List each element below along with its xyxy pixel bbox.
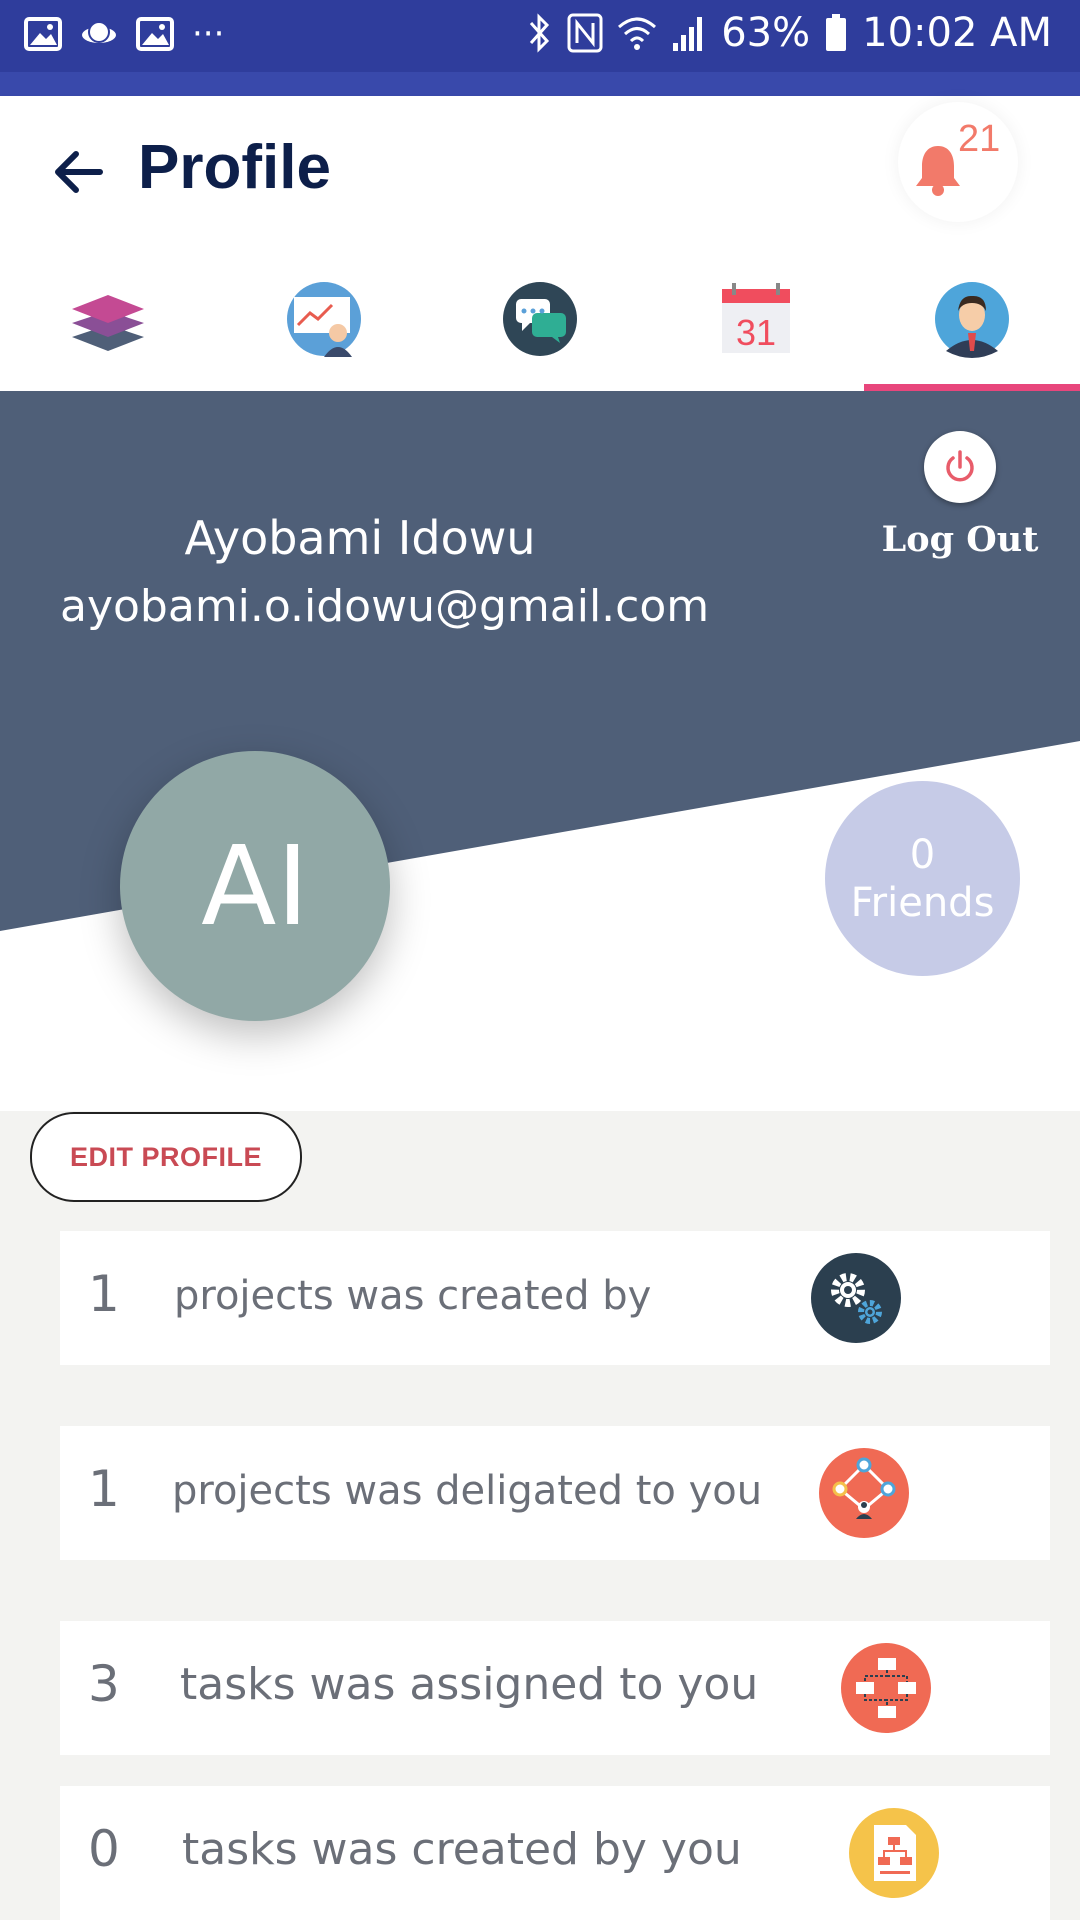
hero-background — [0, 391, 1080, 931]
tab-reports[interactable] — [216, 246, 432, 391]
image-icon — [24, 17, 62, 51]
stat-label: tasks was assigned to you — [180, 1659, 759, 1710]
gears-icon — [811, 1253, 901, 1343]
friends-count: 0 — [909, 831, 936, 878]
document-icon — [849, 1808, 939, 1898]
notification-count: 21 — [958, 118, 1001, 160]
page-title: Profile — [138, 133, 331, 202]
more-notifications: ··· — [192, 14, 225, 54]
logout-button[interactable] — [924, 431, 996, 503]
power-icon — [946, 450, 974, 482]
chat-icon — [503, 281, 577, 356]
tab-calendar[interactable]: 31 — [648, 246, 864, 391]
edit-profile-button[interactable]: EDIT PROFILE — [30, 1112, 302, 1202]
battery-icon — [826, 14, 847, 51]
stat-label: projects was created by — [174, 1273, 652, 1319]
bell-icon — [916, 146, 960, 196]
stat-count: 1 — [88, 1460, 120, 1518]
stat-card-tasks-created[interactable]: 0 tasks was created by you — [60, 1786, 1050, 1920]
stat-count: 1 — [88, 1265, 120, 1323]
signal-icon — [673, 17, 703, 51]
profile-hero: Ayobami Idowu ayobami.o.idowu@gmail.com … — [0, 391, 1080, 1111]
user-name: Ayobami Idowu — [184, 511, 536, 565]
calendar-icon: 31 — [722, 282, 790, 353]
stat-card-tasks-assigned[interactable]: 3 tasks was assigned to you — [60, 1621, 1050, 1755]
svg-text:31: 31 — [736, 312, 776, 353]
status-bar-notifications: ··· — [24, 14, 224, 54]
stat-label: tasks was created by you — [182, 1824, 742, 1875]
app-header: Profile 21 — [0, 96, 1080, 246]
stat-card-projects-created[interactable]: 1 projects was created by — [60, 1231, 1050, 1365]
stat-card-projects-delegated[interactable]: 1 projects was deligated to you — [60, 1426, 1050, 1560]
network-icon — [819, 1448, 909, 1538]
wifi-icon — [618, 17, 657, 50]
planet-icon — [82, 21, 116, 43]
tab-profile[interactable] — [864, 246, 1080, 391]
nfc-icon — [567, 13, 603, 53]
workflow-icon — [841, 1643, 931, 1733]
status-bar-system: 63% 10:02 AM — [527, 10, 1052, 56]
presentation-icon — [287, 281, 361, 357]
logout-label[interactable]: Log Out — [880, 519, 1040, 560]
friends-badge[interactable]: 0 Friends — [825, 781, 1020, 976]
stat-label: projects was deligated to you — [172, 1468, 763, 1514]
status-bar: ··· 63% 10:02 AM — [0, 0, 1080, 96]
user-icon — [935, 281, 1009, 358]
stat-count: 3 — [88, 1655, 120, 1713]
battery-percent: 63% — [721, 10, 811, 56]
clock: 10:02 AM — [862, 10, 1052, 56]
friends-label: Friends — [850, 879, 995, 926]
active-tab-indicator — [864, 384, 1080, 391]
tab-projects[interactable] — [0, 246, 216, 391]
layers-icon — [72, 294, 144, 351]
tab-bar: 31 — [0, 246, 1080, 391]
stat-count: 0 — [88, 1820, 120, 1878]
bluetooth-icon — [530, 13, 550, 53]
back-arrow-icon[interactable] — [50, 144, 112, 200]
tab-messages[interactable] — [432, 246, 648, 391]
avatar: AI — [120, 751, 390, 1021]
status-bar-shadow — [0, 72, 1080, 96]
image-icon — [136, 17, 174, 51]
user-email: ayobami.o.idowu@gmail.com — [60, 581, 710, 632]
